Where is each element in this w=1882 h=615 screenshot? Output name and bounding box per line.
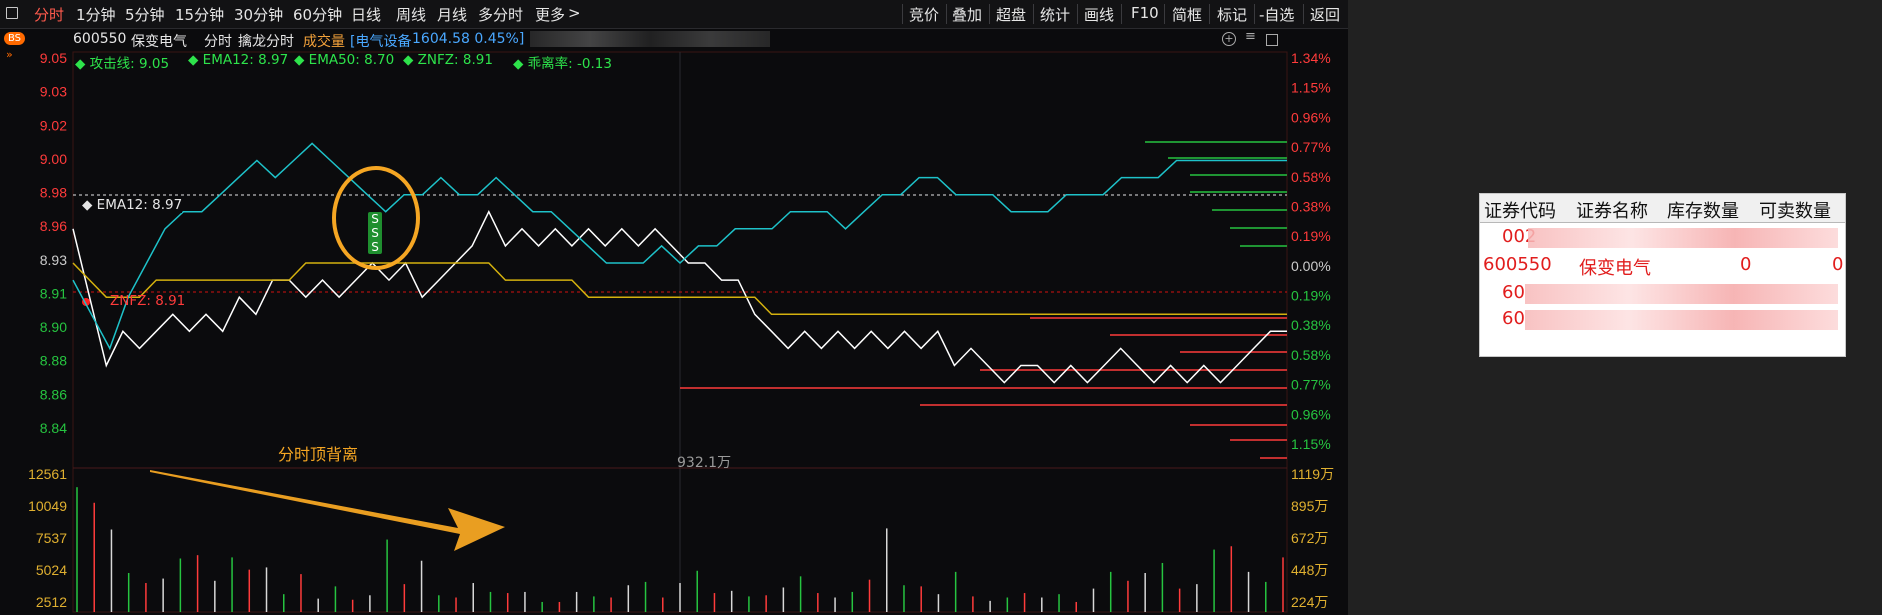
sss-signal: S S S: [368, 212, 382, 254]
holdings-panel: 证券代码 证券名称 库存数量 可卖数量 002 600550 保变电气 0 0 …: [1479, 193, 1846, 357]
price-tick-label: 9.05: [40, 50, 67, 66]
holdings-header: 证券代码 证券名称 库存数量 可卖数量: [1480, 194, 1845, 223]
pct-tick-label: 0.19%: [1291, 288, 1331, 304]
pct-tick-label: 1.15%: [1291, 80, 1331, 96]
ema12-marker-label: ◆ EMA12: 8.97: [82, 197, 183, 213]
pct-tick-label: 1.34%: [1291, 50, 1331, 66]
price-tick-label: 9.00: [40, 151, 67, 167]
blurred-row-3: [1525, 284, 1838, 304]
app-window: 分时 1分钟 5分钟 15分钟 30分钟 60分钟 日线 周线 月线 多分时 更…: [0, 0, 1348, 615]
volume-tick-label-right: 1119万: [1291, 466, 1334, 482]
col-inventory[interactable]: 库存数量: [1667, 197, 1739, 223]
trend-arrow: [150, 470, 505, 551]
pct-tick-label: 0.58%: [1291, 169, 1331, 185]
divergence-annotation: 分时顶背离: [278, 445, 359, 464]
holdings-row-2-code[interactable]: 600550: [1483, 254, 1552, 275]
col-code[interactable]: 证券代码: [1484, 197, 1556, 223]
price-tick-label: 8.84: [40, 420, 67, 436]
price-tick-label: 9.02: [40, 117, 67, 133]
pct-tick-label: 0.77%: [1291, 139, 1331, 155]
price-tick-label: 8.96: [40, 218, 67, 234]
pct-tick-label: 0.38%: [1291, 198, 1331, 214]
col-name[interactable]: 证券名称: [1576, 197, 1648, 223]
blurred-row-1: [1528, 228, 1838, 248]
holdings-row-4-code[interactable]: 60: [1502, 308, 1525, 329]
pct-tick-label: 0.19%: [1291, 228, 1331, 244]
price-tick-label: 8.86: [40, 386, 67, 402]
blurred-row-4: [1525, 310, 1838, 330]
volume-tick-label: 7537: [36, 530, 67, 546]
volume-tick-label-right: 448万: [1291, 562, 1328, 578]
pct-tick-label: 0.77%: [1291, 377, 1331, 393]
volume-tick-label-right: 895万: [1291, 498, 1328, 514]
price-tick-label: 8.93: [40, 252, 67, 268]
volume-tick-label: 5024: [36, 562, 67, 578]
holdings-row-2-inventory: 0: [1740, 254, 1752, 275]
price-tick-label: 8.98: [40, 185, 67, 201]
pct-tick-label: 0.38%: [1291, 317, 1331, 333]
volume-tick-label-right: 672万: [1291, 530, 1328, 546]
price-tick-label: 8.90: [40, 319, 67, 335]
volume-tick-label: 10049: [28, 498, 67, 514]
znfz-marker-label: ZNFZ: 8.91: [110, 293, 186, 309]
volume-tick-label: 2512: [36, 594, 67, 610]
price-tick-label: 8.88: [40, 353, 67, 369]
sss-signal-3: S: [371, 240, 379, 254]
holdings-row-2-available: 0: [1832, 254, 1844, 275]
holdings-row-3-code[interactable]: 60: [1502, 282, 1525, 303]
price-tick-label: 9.03: [40, 84, 67, 100]
price-tick-label: 8.91: [40, 285, 67, 301]
volume-tick-label-right: 224万: [1291, 594, 1328, 610]
pct-tick-label: 0.96%: [1291, 406, 1331, 422]
volume-peak-label: 932.1万: [677, 455, 732, 471]
pct-tick-label: 0.00%: [1291, 258, 1331, 274]
pct-tick-label: 1.15%: [1291, 436, 1331, 452]
holdings-row-2-name[interactable]: 保变电气: [1579, 254, 1651, 280]
pct-tick-label: 0.58%: [1291, 347, 1331, 363]
col-available[interactable]: 可卖数量: [1759, 197, 1831, 223]
volume-tick-label: 12561: [28, 466, 67, 482]
sss-signal-2: S: [371, 226, 379, 240]
sss-signal-1: S: [371, 212, 379, 226]
pct-tick-label: 0.96%: [1291, 109, 1331, 125]
intraday-chart[interactable]: 9.05 9.03 9.02 9.00 8.98 8.96 8.93 8.91 8.90 8.88…: [0, 0, 1348, 615]
